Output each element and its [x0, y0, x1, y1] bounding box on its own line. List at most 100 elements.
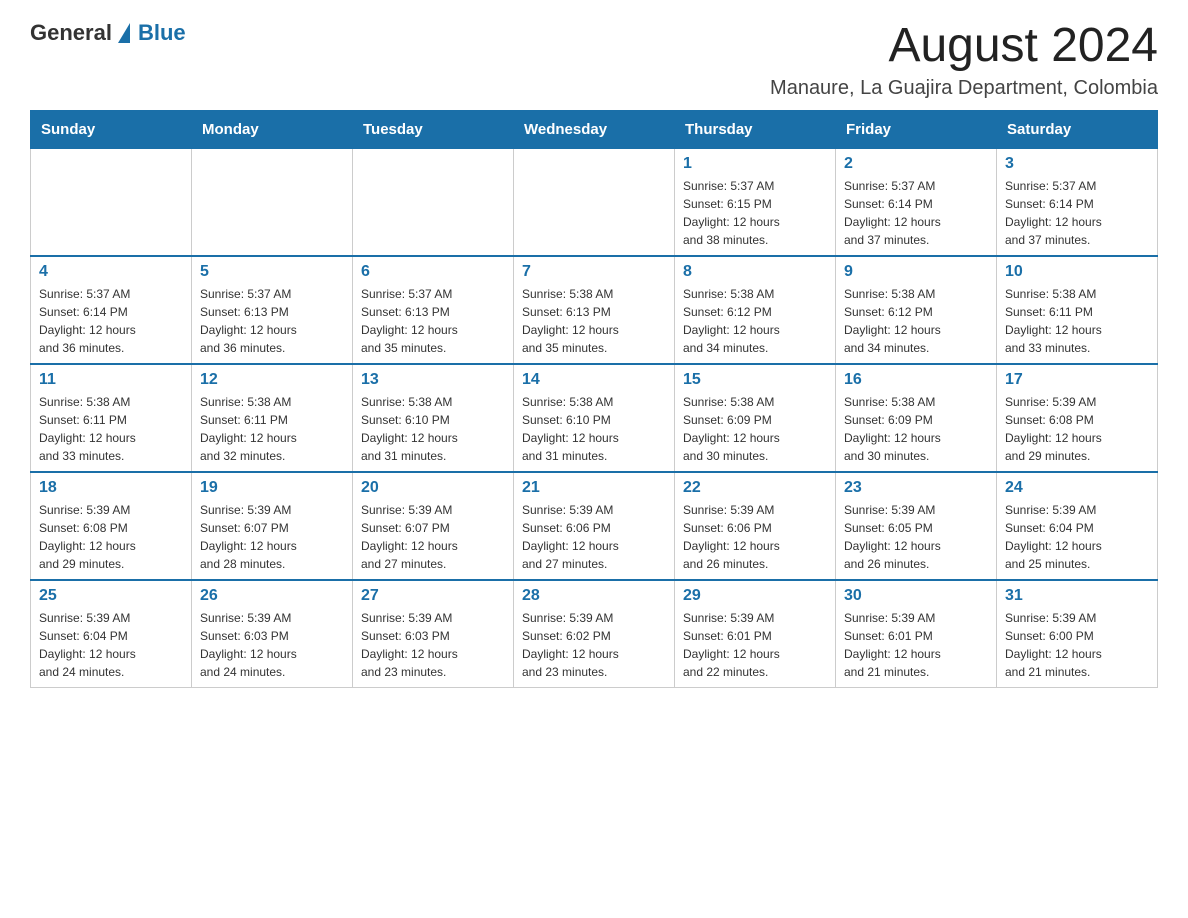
day-info: Sunrise: 5:39 AMSunset: 6:07 PMDaylight:…	[200, 501, 344, 573]
day-number: 6	[361, 263, 505, 281]
day-cell: 28 Sunrise: 5:39 AMSunset: 6:02 PMDayligh…	[514, 580, 675, 688]
day-info: Sunrise: 5:39 AMSunset: 6:04 PMDaylight:…	[39, 609, 183, 681]
day-number: 16	[844, 371, 988, 389]
day-number: 11	[39, 371, 183, 389]
header-row: SundayMondayTuesdayWednesdayThursdayFrid…	[31, 110, 1158, 148]
col-header-monday: Monday	[192, 110, 353, 148]
day-info: Sunrise: 5:39 AMSunset: 6:03 PMDaylight:…	[200, 609, 344, 681]
day-number: 25	[39, 587, 183, 605]
month-title: August 2024	[770, 20, 1158, 73]
day-info: Sunrise: 5:38 AMSunset: 6:10 PMDaylight:…	[361, 393, 505, 465]
day-cell: 8 Sunrise: 5:38 AMSunset: 6:12 PMDaylight…	[675, 256, 836, 364]
day-info: Sunrise: 5:39 AMSunset: 6:08 PMDaylight:…	[39, 501, 183, 573]
day-cell: 3 Sunrise: 5:37 AMSunset: 6:14 PMDaylight…	[997, 148, 1158, 256]
day-cell: 18 Sunrise: 5:39 AMSunset: 6:08 PMDayligh…	[31, 472, 192, 580]
day-number: 4	[39, 263, 183, 281]
day-info: Sunrise: 5:39 AMSunset: 6:05 PMDaylight:…	[844, 501, 988, 573]
day-number: 30	[844, 587, 988, 605]
week-row-1: 1Sunrise: 5:37 AMSunset: 6:15 PMDaylight…	[31, 148, 1158, 256]
day-cell: 11 Sunrise: 5:38 AMSunset: 6:11 PMDayligh…	[31, 364, 192, 472]
day-number: 23	[844, 479, 988, 497]
day-info: Sunrise: 5:39 AMSunset: 6:08 PMDaylight:…	[1005, 393, 1149, 465]
day-number: 19	[200, 479, 344, 497]
day-info: Sunrise: 5:39 AMSunset: 6:00 PMDaylight:…	[1005, 609, 1149, 681]
day-info: Sunrise: 5:38 AMSunset: 6:11 PMDaylight:…	[39, 393, 183, 465]
day-cell: 13 Sunrise: 5:38 AMSunset: 6:10 PMDayligh…	[353, 364, 514, 472]
day-cell: 29 Sunrise: 5:39 AMSunset: 6:01 PMDayligh…	[675, 580, 836, 688]
day-info: Sunrise: 5:39 AMSunset: 6:03 PMDaylight:…	[361, 609, 505, 681]
day-cell: 27 Sunrise: 5:39 AMSunset: 6:03 PMDayligh…	[353, 580, 514, 688]
day-cell: 22 Sunrise: 5:39 AMSunset: 6:06 PMDayligh…	[675, 472, 836, 580]
day-cell: 16 Sunrise: 5:38 AMSunset: 6:09 PMDayligh…	[836, 364, 997, 472]
day-cell: 25 Sunrise: 5:39 AMSunset: 6:04 PMDayligh…	[31, 580, 192, 688]
day-number: 3	[1005, 155, 1149, 173]
day-info: Sunrise: 5:38 AMSunset: 6:13 PMDaylight:…	[522, 285, 666, 357]
week-row-5: 25 Sunrise: 5:39 AMSunset: 6:04 PMDayligh…	[31, 580, 1158, 688]
day-number: 21	[522, 479, 666, 497]
col-header-tuesday: Tuesday	[353, 110, 514, 148]
col-header-sunday: Sunday	[31, 110, 192, 148]
day-number: 8	[683, 263, 827, 281]
day-info: Sunrise: 5:38 AMSunset: 6:10 PMDaylight:…	[522, 393, 666, 465]
day-number: 26	[200, 587, 344, 605]
day-number: 22	[683, 479, 827, 497]
day-cell: 30 Sunrise: 5:39 AMSunset: 6:01 PMDayligh…	[836, 580, 997, 688]
day-info: Sunrise: 5:39 AMSunset: 6:06 PMDaylight:…	[522, 501, 666, 573]
day-cell: 14 Sunrise: 5:38 AMSunset: 6:10 PMDayligh…	[514, 364, 675, 472]
day-info: Sunrise: 5:38 AMSunset: 6:11 PMDaylight:…	[1005, 285, 1149, 357]
day-cell	[353, 148, 514, 256]
day-cell: 21 Sunrise: 5:39 AMSunset: 6:06 PMDayligh…	[514, 472, 675, 580]
day-cell: 2Sunrise: 5:37 AMSunset: 6:14 PMDaylight…	[836, 148, 997, 256]
day-info: Sunrise: 5:37 AMSunset: 6:13 PMDaylight:…	[361, 285, 505, 357]
day-info: Sunrise: 5:39 AMSunset: 6:01 PMDaylight:…	[844, 609, 988, 681]
day-info: Sunrise: 5:37 AMSunset: 6:13 PMDaylight:…	[200, 285, 344, 357]
day-info: Sunrise: 5:38 AMSunset: 6:09 PMDaylight:…	[844, 393, 988, 465]
day-number: 13	[361, 371, 505, 389]
day-cell	[192, 148, 353, 256]
day-cell: 17Sunrise: 5:39 AMSunset: 6:08 PMDayligh…	[997, 364, 1158, 472]
col-header-thursday: Thursday	[675, 110, 836, 148]
day-number: 7	[522, 263, 666, 281]
col-header-friday: Friday	[836, 110, 997, 148]
day-number: 20	[361, 479, 505, 497]
col-header-saturday: Saturday	[997, 110, 1158, 148]
logo-text-general: General	[30, 20, 112, 46]
day-number: 29	[683, 587, 827, 605]
day-number: 18	[39, 479, 183, 497]
day-cell: 26 Sunrise: 5:39 AMSunset: 6:03 PMDayligh…	[192, 580, 353, 688]
day-info: Sunrise: 5:38 AMSunset: 6:12 PMDaylight:…	[683, 285, 827, 357]
day-cell: 7 Sunrise: 5:38 AMSunset: 6:13 PMDaylight…	[514, 256, 675, 364]
day-info: Sunrise: 5:38 AMSunset: 6:09 PMDaylight:…	[683, 393, 827, 465]
day-cell	[31, 148, 192, 256]
day-info: Sunrise: 5:37 AMSunset: 6:14 PMDaylight:…	[1005, 177, 1149, 249]
day-cell: 31 Sunrise: 5:39 AMSunset: 6:00 PMDayligh…	[997, 580, 1158, 688]
day-cell: 9Sunrise: 5:38 AMSunset: 6:12 PMDaylight…	[836, 256, 997, 364]
day-number: 12	[200, 371, 344, 389]
day-info: Sunrise: 5:39 AMSunset: 6:04 PMDaylight:…	[1005, 501, 1149, 573]
day-cell: 4Sunrise: 5:37 AMSunset: 6:14 PMDaylight…	[31, 256, 192, 364]
day-info: Sunrise: 5:39 AMSunset: 6:01 PMDaylight:…	[683, 609, 827, 681]
day-number: 28	[522, 587, 666, 605]
day-info: Sunrise: 5:38 AMSunset: 6:12 PMDaylight:…	[844, 285, 988, 357]
day-info: Sunrise: 5:39 AMSunset: 6:07 PMDaylight:…	[361, 501, 505, 573]
day-cell: 12 Sunrise: 5:38 AMSunset: 6:11 PMDayligh…	[192, 364, 353, 472]
calendar-table: SundayMondayTuesdayWednesdayThursdayFrid…	[30, 110, 1158, 688]
week-row-4: 18 Sunrise: 5:39 AMSunset: 6:08 PMDayligh…	[31, 472, 1158, 580]
day-number: 27	[361, 587, 505, 605]
day-number: 14	[522, 371, 666, 389]
day-number: 1	[683, 155, 827, 173]
day-cell: 1Sunrise: 5:37 AMSunset: 6:15 PMDaylight…	[675, 148, 836, 256]
day-info: Sunrise: 5:38 AMSunset: 6:11 PMDaylight:…	[200, 393, 344, 465]
day-info: Sunrise: 5:39 AMSunset: 6:06 PMDaylight:…	[683, 501, 827, 573]
week-row-3: 11 Sunrise: 5:38 AMSunset: 6:11 PMDayligh…	[31, 364, 1158, 472]
day-info: Sunrise: 5:39 AMSunset: 6:02 PMDaylight:…	[522, 609, 666, 681]
day-number: 10	[1005, 263, 1149, 281]
day-number: 24	[1005, 479, 1149, 497]
day-number: 31	[1005, 587, 1149, 605]
logo: General Blue	[30, 20, 186, 46]
day-number: 15	[683, 371, 827, 389]
page-header: General Blue August 2024 Manaure, La Gua…	[30, 20, 1158, 100]
day-number: 2	[844, 155, 988, 173]
col-header-wednesday: Wednesday	[514, 110, 675, 148]
week-row-2: 4Sunrise: 5:37 AMSunset: 6:14 PMDaylight…	[31, 256, 1158, 364]
